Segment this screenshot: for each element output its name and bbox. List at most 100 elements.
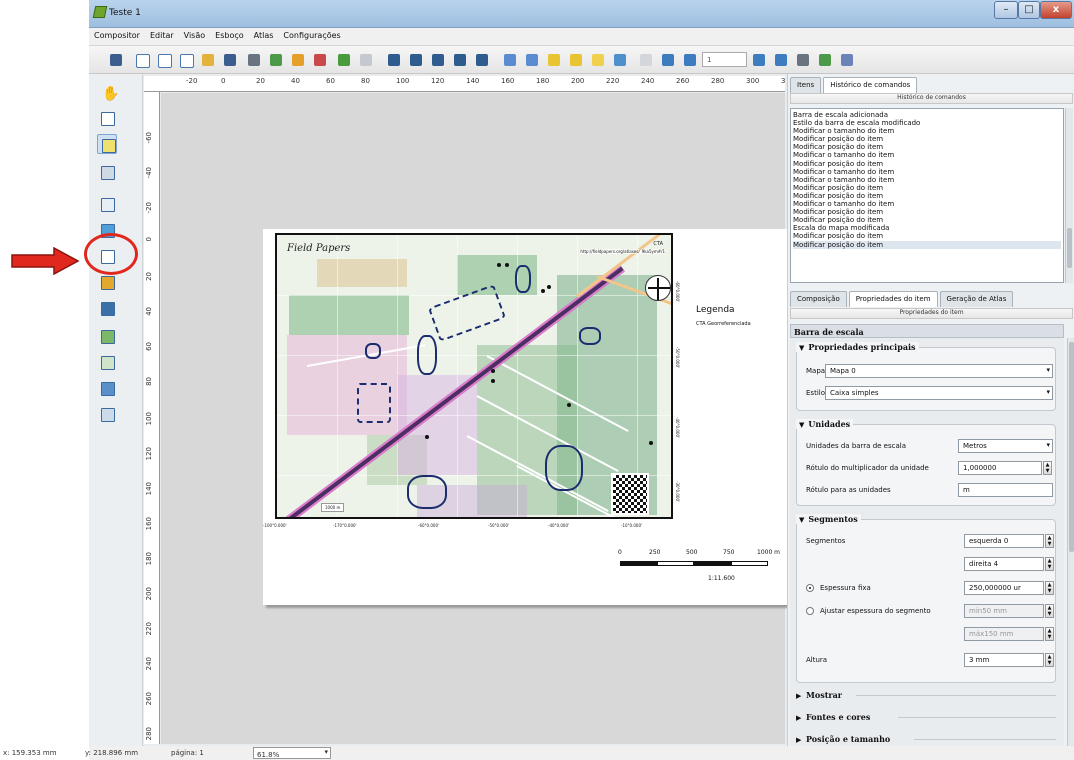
add-map-icon[interactable] (97, 194, 117, 214)
redo-icon[interactable] (357, 51, 375, 69)
group-segments-header[interactable]: ▼ Segmentos (796, 514, 861, 524)
add-arrow-icon[interactable] (97, 352, 117, 372)
composer-manager-icon[interactable] (177, 51, 195, 69)
menu-configuracoes[interactable]: Configurações (278, 28, 345, 43)
history-item[interactable]: Modificar posição do item (793, 160, 1061, 168)
history-item[interactable]: Modificar posição do item (793, 208, 1061, 216)
pan-hand-icon[interactable]: ✋ (102, 86, 119, 102)
export-pdf-icon[interactable] (311, 51, 329, 69)
zoom-out-icon[interactable] (451, 51, 469, 69)
history-item[interactable]: Modificar posição do item (793, 143, 1061, 151)
export-image-icon[interactable] (267, 51, 285, 69)
menu-editar[interactable]: Editar (145, 28, 179, 43)
menu-atlas[interactable]: Atlas (249, 28, 279, 43)
segments-left-spin-icon[interactable]: ▲ ▼ (1045, 534, 1054, 548)
ungroup-icon[interactable] (523, 51, 541, 69)
zoom-in-icon[interactable] (429, 51, 447, 69)
height-spin-icon[interactable]: ▲ ▼ (1045, 653, 1054, 667)
units-select[interactable]: Metros ▾ (958, 439, 1053, 453)
command-history-list[interactable]: Barra de escala adicionada Estilo da barr… (790, 108, 1064, 283)
open-template-icon[interactable] (199, 51, 217, 69)
history-item[interactable]: Modificar o tamanho do item (793, 200, 1061, 208)
select-move-icon[interactable] (97, 134, 117, 154)
map-item[interactable]: Field Papers CTA http://fieldpapers.org/… (275, 233, 673, 519)
history-item[interactable]: Modificar posição do item (793, 232, 1061, 240)
previous-feature-icon[interactable] (681, 51, 699, 69)
lock-icon[interactable] (545, 51, 563, 69)
history-item[interactable]: Estilo da barra de escala modificado (793, 119, 1061, 127)
props-scrollbar[interactable] (1067, 338, 1074, 758)
fixed-width-input[interactable]: 250,000000 ur (964, 581, 1044, 595)
maximize-button[interactable]: □ (1018, 1, 1040, 19)
group-icon[interactable] (501, 51, 519, 69)
atlas-settings-icon[interactable] (838, 51, 856, 69)
section-posicao-tamanho[interactable]: ▶ Posição e tamanho (796, 734, 890, 744)
atlas-preview-icon[interactable] (637, 51, 655, 69)
zoom-100-icon[interactable] (407, 51, 425, 69)
history-item[interactable]: Modificar o tamanho do item (793, 127, 1061, 135)
atlas-page-input[interactable]: 1 (702, 52, 747, 67)
layout-page[interactable]: Field Papers CTA http://fieldpapers.org/… (263, 229, 808, 605)
fixed-width-radio[interactable] (806, 584, 814, 592)
history-item[interactable]: Modificar posição do item (793, 192, 1061, 200)
save-template-icon[interactable] (221, 51, 239, 69)
history-scrollbar[interactable] (1065, 108, 1073, 283)
tab-historico[interactable]: Histórico de comandos (823, 77, 918, 93)
group-main-props-header[interactable]: ▼ Propriedades principais (796, 342, 919, 352)
min-width-spin-icon[interactable]: ▲ ▼ (1045, 604, 1054, 618)
history-item[interactable]: Escala do mapa modificada (793, 224, 1061, 232)
map-select[interactable]: Mapa 0 ▾ (825, 364, 1053, 378)
history-item[interactable]: Modificar o tamanho do item (793, 151, 1061, 159)
style-select[interactable]: Caixa simples ▾ (825, 386, 1053, 400)
align-items-icon[interactable] (611, 51, 629, 69)
move-content-icon[interactable] (97, 162, 117, 182)
history-item[interactable]: Barra de escala adicionada (793, 111, 1061, 119)
zoom-tool-icon[interactable] (97, 108, 117, 128)
add-legend-icon[interactable] (97, 272, 117, 292)
group-units-header[interactable]: ▼ Unidades (796, 419, 854, 429)
close-button[interactable]: x (1040, 1, 1072, 19)
first-feature-icon[interactable] (659, 51, 677, 69)
menu-visao[interactable]: Visão (179, 28, 210, 43)
refresh-icon[interactable] (473, 51, 491, 69)
fit-width-radio[interactable] (806, 607, 814, 615)
zoom-full-icon[interactable] (385, 51, 403, 69)
height-input[interactable]: 3 mm (964, 653, 1044, 667)
section-fontes-cores[interactable]: ▶ Fontes e cores (796, 712, 870, 722)
segments-right-spin-icon[interactable]: ▲ ▼ (1045, 557, 1054, 571)
multiplier-input[interactable]: 1,000000 (958, 461, 1042, 475)
raise-items-icon[interactable] (589, 51, 607, 69)
max-width-input[interactable]: máx150 mm (964, 627, 1044, 641)
tab-itens[interactable]: Itens (790, 77, 822, 93)
zoom-select[interactable]: 61.8% ▾ (253, 747, 331, 759)
undo-icon[interactable] (335, 51, 353, 69)
last-feature-icon[interactable] (772, 51, 790, 69)
export-svg-icon[interactable] (289, 51, 307, 69)
segments-left-input[interactable]: esquerda 0 (964, 534, 1044, 548)
minimize-button[interactable]: – (994, 1, 1018, 19)
history-item[interactable]: Modificar o tamanho do item (793, 176, 1061, 184)
history-item[interactable]: Modificar posição do item (793, 216, 1061, 224)
add-attribute-table-icon[interactable] (97, 378, 117, 398)
tab-composicao[interactable]: Composição (790, 291, 847, 307)
add-scalebar-icon[interactable] (97, 298, 117, 318)
history-item[interactable]: Modificar o tamanho do item (793, 168, 1061, 176)
duplicate-composer-icon[interactable] (155, 51, 173, 69)
min-width-input[interactable]: mín50 mm (964, 604, 1044, 618)
fixed-width-spin-icon[interactable]: ▲ ▼ (1045, 581, 1054, 595)
add-shape-icon[interactable] (97, 326, 117, 346)
unit-label-input[interactable]: m (958, 483, 1053, 497)
menu-esboco[interactable]: Esboço (210, 28, 249, 43)
add-html-frame-icon[interactable] (97, 404, 117, 424)
max-width-spin-icon[interactable]: ▲ ▼ (1045, 627, 1054, 641)
multiplier-spin-icon[interactable]: ▲ ▼ (1043, 461, 1052, 475)
composer-canvas[interactable]: Field Papers CTA http://fieldpapers.org/… (161, 93, 808, 744)
save-icon[interactable] (107, 51, 125, 69)
unlock-icon[interactable] (567, 51, 585, 69)
export-atlas-icon[interactable] (816, 51, 834, 69)
segments-right-input[interactable]: direita 4 (964, 557, 1044, 571)
history-item[interactable]: Modificar posição do item (793, 135, 1061, 143)
tab-propriedades-item[interactable]: Propriedades do item (848, 291, 938, 307)
print-atlas-icon[interactable] (794, 51, 812, 69)
next-feature-icon[interactable] (750, 51, 768, 69)
